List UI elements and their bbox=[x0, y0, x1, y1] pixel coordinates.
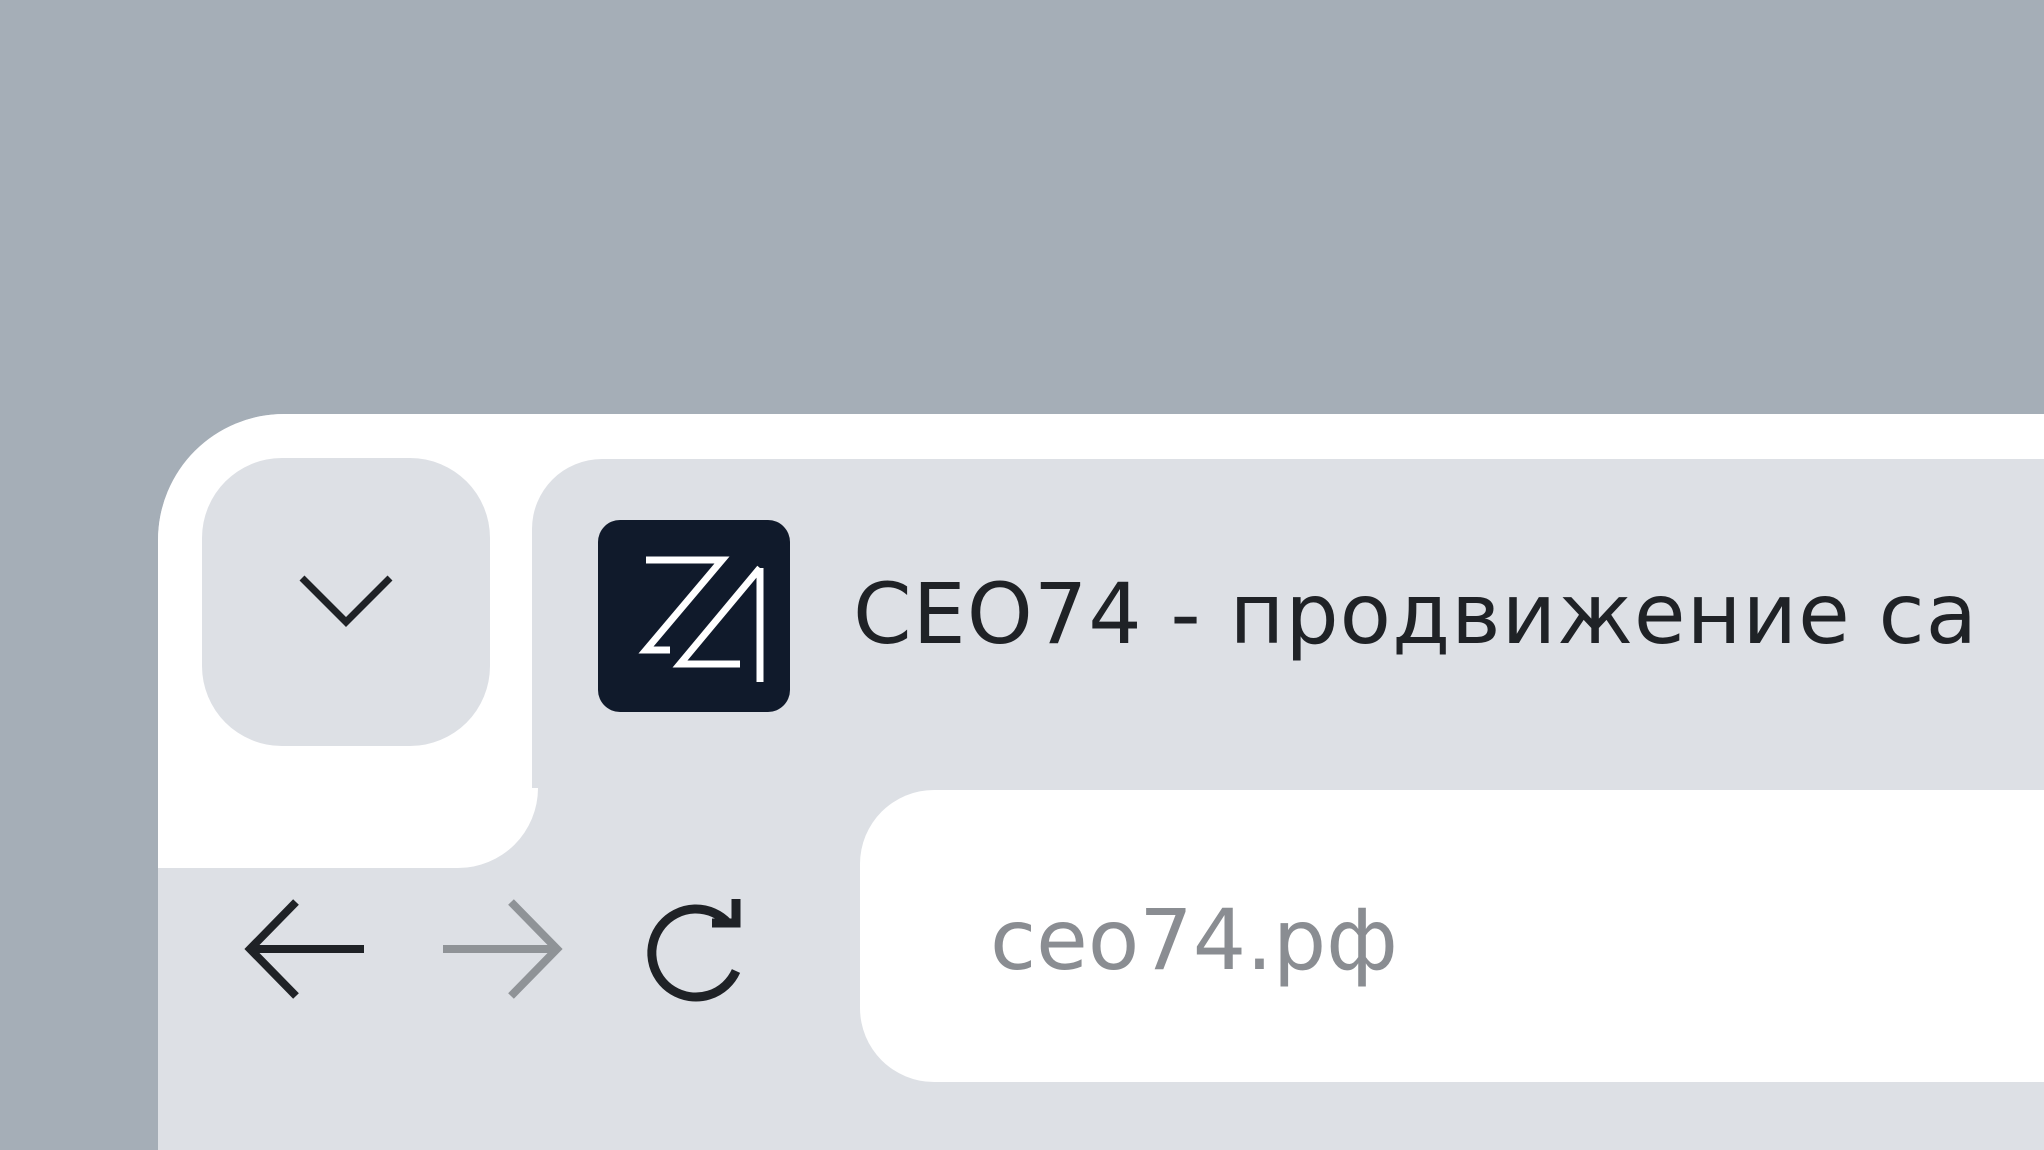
tab-title[interactable]: CEO74 - продвижение са bbox=[853, 554, 1978, 674]
address-bar-url[interactable]: сео74.рф bbox=[990, 880, 1398, 1000]
arrow-left-icon bbox=[244, 899, 364, 999]
reload-button[interactable] bbox=[635, 884, 765, 1014]
ceo74-logo-icon bbox=[598, 520, 790, 712]
tab-list-button[interactable] bbox=[202, 458, 490, 746]
forward-button[interactable] bbox=[437, 884, 567, 1014]
arrow-right-icon bbox=[443, 899, 563, 999]
browser-window: CEO74 - продвижение са сео74.рф bbox=[158, 414, 2044, 1150]
back-button[interactable] bbox=[240, 884, 370, 1014]
chevron-down-icon bbox=[299, 575, 393, 627]
tab-strip-corner bbox=[158, 788, 538, 868]
reload-icon bbox=[647, 899, 741, 1002]
